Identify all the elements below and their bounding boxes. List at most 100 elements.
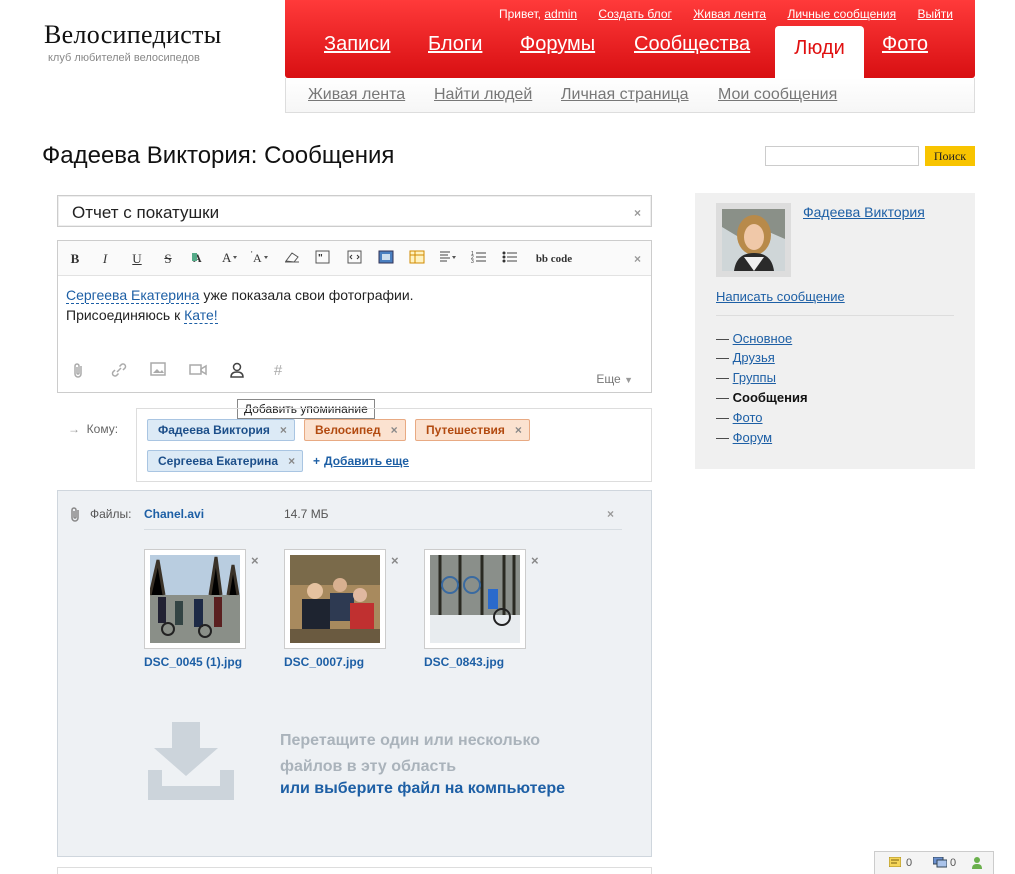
video-icon[interactable] — [189, 362, 207, 380]
image-file-link[interactable]: DSC_0007.jpg — [284, 655, 364, 669]
remove-file-icon[interactable]: × — [607, 507, 614, 521]
hashtag-icon[interactable]: # — [269, 362, 287, 380]
notes-count: 0 — [906, 857, 913, 869]
sidebar-item-main[interactable]: — Основное — [716, 331, 792, 346]
search-button[interactable]: Поиск — [925, 146, 975, 166]
quote-icon[interactable]: " — [314, 250, 332, 268]
remove-tag-icon[interactable]: × — [280, 420, 287, 440]
avatar-photo-icon — [722, 209, 785, 271]
tab-people[interactable]: Люди — [775, 26, 864, 80]
recipient-tag[interactable]: Сергеева Екатерина × — [147, 450, 304, 472]
tab-blogs[interactable]: Блоги — [428, 33, 482, 56]
avatar[interactable] — [716, 203, 791, 277]
eraser-icon[interactable] — [283, 250, 301, 268]
tab-photo[interactable]: Фото — [882, 33, 928, 56]
tag-label: Велосипед — [315, 423, 381, 437]
sidebar-item-messages[interactable]: — Сообщения — [716, 390, 808, 405]
sidebar-item-label: Основное — [732, 331, 793, 346]
tab-forums[interactable]: Форумы — [520, 33, 595, 56]
sidebar-item-groups[interactable]: — Группы — [716, 370, 776, 385]
message-editor[interactable]: B I U S A A A ' " 123 bb code × Сергеева … — [57, 240, 652, 393]
subject-field[interactable]: Отчет с покатушки × — [57, 195, 652, 227]
notes-icon[interactable] — [888, 856, 902, 870]
underline-button[interactable]: U — [128, 250, 146, 268]
code-icon[interactable] — [346, 250, 364, 268]
more-label: Еще — [596, 372, 621, 386]
close-toolbar-icon[interactable]: × — [634, 252, 641, 266]
arrow-right-icon: → — [68, 422, 80, 436]
site-title[interactable]: Велосипедисты — [44, 20, 221, 50]
strike-button[interactable]: S — [159, 250, 177, 268]
link-icon[interactable] — [110, 362, 128, 380]
subnav-personal-page[interactable]: Личная страница — [561, 86, 689, 104]
subnav-my-messages[interactable]: Мои сообщения — [718, 86, 837, 104]
remove-tag-icon[interactable]: × — [515, 420, 522, 440]
create-blog-link[interactable]: Создать блог — [598, 7, 671, 21]
recipients-box[interactable]: Фадеева Виктория × Велосипед × Путешествия… — [136, 408, 652, 482]
user-link[interactable]: admin — [544, 7, 577, 21]
photo-icon[interactable] — [149, 362, 167, 380]
bullet-list-icon[interactable] — [501, 250, 519, 268]
choose-file-link[interactable]: или выберите файл на компьютере — [280, 780, 565, 798]
messages-link[interactable]: Личные сообщения — [787, 7, 896, 21]
remove-tag-icon[interactable]: × — [391, 420, 398, 440]
remove-image-icon[interactable]: × — [531, 553, 539, 568]
add-recipient-link[interactable]: + Добавить еще — [313, 454, 409, 468]
font-color-icon[interactable]: A — [191, 250, 209, 268]
align-icon[interactable] — [439, 250, 457, 268]
write-message-link[interactable]: Написать сообщение — [716, 289, 845, 304]
bold-button[interactable]: B — [66, 250, 84, 268]
logout-link[interactable]: Выйти — [917, 7, 953, 21]
mention-person-icon[interactable] — [228, 362, 246, 380]
sidebar-item-label: Форум — [732, 430, 773, 445]
tab-communities[interactable]: Сообщества — [634, 33, 750, 56]
recipient-tag[interactable]: Велосипед × — [304, 419, 406, 441]
image-file-link[interactable]: DSC_0045 (1).jpg — [144, 655, 242, 669]
mention-link[interactable]: Сергеева Екатерина — [66, 287, 200, 304]
subnav-live-feed[interactable]: Живая лента — [308, 86, 405, 104]
clear-subject-icon[interactable]: × — [634, 206, 641, 220]
user-online-icon[interactable] — [971, 856, 983, 872]
image-file-link[interactable]: DSC_0843.jpg — [424, 655, 504, 669]
top-links: Привет, admin Создать блог Живая лента Л… — [499, 7, 953, 21]
svg-text:": " — [318, 253, 323, 264]
recipients-label: → Кому: — [68, 422, 118, 436]
files-label: Файлы: — [90, 507, 132, 521]
profile-sidebar: Фадеева Виктория Написать сообщение — Ос… — [695, 193, 975, 469]
editor-content[interactable]: Сергеева Екатерина уже показала свои фот… — [66, 285, 414, 325]
plus-icon: + — [313, 454, 321, 468]
recipient-tag[interactable]: Фадеева Виктория × — [147, 419, 295, 441]
files-dropzone[interactable]: Файлы: Chanel.avi 14.7 МБ × × DSC_0045 (… — [57, 490, 652, 857]
photo-riders-icon — [148, 555, 240, 643]
image-thumbnail[interactable] — [284, 549, 386, 649]
remove-image-icon[interactable]: × — [391, 553, 399, 568]
sidebar-item-friends[interactable]: — Друзья — [716, 350, 775, 365]
search-input[interactable] — [765, 146, 919, 166]
table-icon[interactable] — [408, 250, 426, 268]
image-thumbnail[interactable] — [144, 549, 246, 649]
chevron-down-icon: ▼ — [624, 375, 633, 385]
mention-link-2[interactable]: Кате! — [184, 307, 218, 324]
profile-name-link[interactable]: Фадеева Виктория — [803, 204, 925, 220]
image-icon[interactable] — [377, 250, 395, 268]
remove-tag-icon[interactable]: × — [288, 451, 295, 471]
attached-file-link[interactable]: Chanel.avi — [144, 507, 204, 521]
italic-button[interactable]: I — [96, 250, 114, 268]
sidebar-item-photo[interactable]: — Фото — [716, 410, 763, 425]
sidebar-item-forum[interactable]: — Форум — [716, 430, 772, 445]
paperclip-icon[interactable] — [70, 362, 88, 380]
ordered-list-icon[interactable]: 123 — [470, 250, 488, 268]
image-thumbnail[interactable] — [424, 549, 526, 649]
font-family-icon[interactable]: A ' — [251, 250, 269, 268]
more-dropdown[interactable]: Еще ▼ — [596, 372, 633, 386]
bbcode-button[interactable]: bb code — [532, 250, 576, 268]
subnav-find-people[interactable]: Найти людей — [434, 86, 532, 104]
remove-image-icon[interactable]: × — [251, 553, 259, 568]
sidebar-item-label: Сообщения — [732, 390, 808, 405]
tab-posts[interactable]: Записи — [324, 33, 390, 56]
live-feed-link[interactable]: Живая лента — [693, 7, 766, 21]
chat-icon[interactable] — [932, 856, 948, 871]
font-size-icon[interactable]: A — [221, 250, 239, 268]
divider — [716, 315, 954, 316]
recipient-tag[interactable]: Путешествия × — [415, 419, 530, 441]
